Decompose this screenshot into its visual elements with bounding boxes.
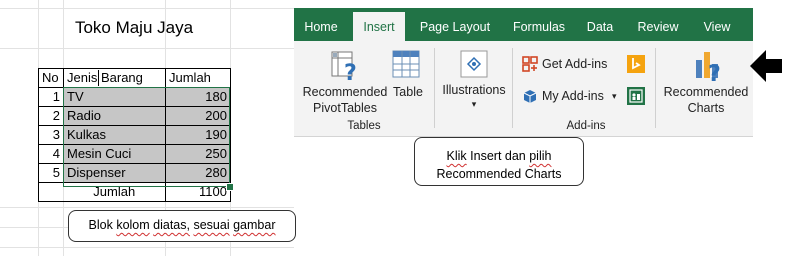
tab-data[interactable]: Data bbox=[581, 8, 619, 41]
tab-home[interactable]: Home bbox=[296, 8, 346, 41]
tab-page-layout[interactable]: Page Layout bbox=[415, 8, 495, 41]
fill-handle[interactable] bbox=[226, 183, 234, 191]
recommended-pivottables-label-2: PivotTables bbox=[313, 101, 377, 115]
recommended-pivottables-label-1: Recommended bbox=[302, 85, 388, 99]
row-amount[interactable]: 250 bbox=[165, 144, 231, 164]
row-amount[interactable]: 200 bbox=[165, 106, 231, 126]
header-amount[interactable]: Jumlah bbox=[165, 68, 231, 88]
addins-group-label: Add-ins bbox=[566, 120, 606, 132]
callout-word: pilih bbox=[529, 149, 552, 163]
svg-text:?: ? bbox=[708, 62, 721, 82]
row-name[interactable]: TV bbox=[63, 87, 166, 107]
row-amount[interactable]: 180 bbox=[165, 87, 231, 107]
row-amount[interactable]: 190 bbox=[165, 125, 231, 145]
total-blank[interactable] bbox=[38, 182, 64, 202]
row-amount[interactable]: 280 bbox=[165, 163, 231, 183]
my-addins-label: My Add-ins bbox=[542, 89, 604, 103]
table-label: Table bbox=[393, 85, 423, 99]
ribbon-tab-bar: Home Insert Page Layout Formulas Data Re… bbox=[294, 8, 753, 41]
header-no[interactable]: No bbox=[38, 68, 64, 88]
table-header-row: No Jenis Barang Jumlah bbox=[38, 68, 231, 88]
callout-word: Klik bbox=[446, 149, 467, 163]
row-no[interactable]: 4 bbox=[38, 144, 64, 164]
group-separator bbox=[434, 48, 435, 128]
ribbon: Home Insert Page Layout Formulas Data Re… bbox=[294, 8, 753, 137]
row-name[interactable]: Kulkas bbox=[63, 125, 166, 145]
my-addins-icon bbox=[523, 90, 537, 103]
callout-word: Insert dan bbox=[470, 149, 526, 163]
pointer-arrow-icon bbox=[750, 50, 782, 82]
insert-callout: Klik Insert dan pilih Recommended Charts bbox=[414, 137, 584, 186]
row-no[interactable]: 1 bbox=[38, 87, 64, 107]
row-name[interactable]: Radio bbox=[63, 106, 166, 126]
total-label[interactable]: Jumlah bbox=[63, 182, 166, 202]
dropdown-arrow-icon[interactable]: ▾ bbox=[612, 88, 617, 104]
people-graph-icon bbox=[627, 87, 645, 105]
row-no[interactable]: 3 bbox=[38, 125, 64, 145]
tab-formulas[interactable]: Formulas bbox=[506, 8, 572, 41]
callout-line: Recommended Charts bbox=[436, 167, 562, 181]
row-name[interactable]: Dispenser bbox=[63, 163, 166, 183]
callout-word: diatas, bbox=[153, 218, 190, 232]
table-row: 1 TV 180 bbox=[38, 87, 231, 107]
table-total-row: Jumlah 1100 bbox=[38, 182, 231, 202]
callout-word: kolom bbox=[116, 218, 150, 232]
illustrations-icon bbox=[460, 50, 488, 78]
svg-text:?: ? bbox=[344, 61, 357, 82]
total-value[interactable]: 1100 bbox=[165, 182, 231, 202]
callout-word: Blok bbox=[88, 218, 113, 232]
get-addins-label: Get Add-ins bbox=[542, 57, 608, 71]
tab-view[interactable]: View bbox=[696, 8, 738, 41]
tab-insert[interactable]: Insert bbox=[353, 12, 405, 41]
table-row: 2 Radio 200 bbox=[38, 106, 231, 126]
pivot-table-icon: ? bbox=[331, 51, 357, 82]
callout-word: sesuai bbox=[193, 218, 230, 232]
table-row: 5 Dispenser 280 bbox=[38, 163, 231, 183]
table-row: 4 Mesin Cuci 250 bbox=[38, 144, 231, 164]
tables-group-label: Tables bbox=[347, 120, 381, 132]
header-name[interactable]: Jenis Barang bbox=[63, 68, 166, 88]
text-cursor bbox=[98, 70, 99, 86]
row-no[interactable]: 2 bbox=[38, 106, 64, 126]
callout-word: gambar bbox=[233, 218, 276, 232]
row-name[interactable]: Mesin Cuci bbox=[63, 144, 166, 164]
row-no[interactable]: 5 bbox=[38, 163, 64, 183]
bing-icon bbox=[627, 55, 645, 73]
data-table: No Jenis Barang Jumlah 1 TV 180 2 Radio … bbox=[38, 68, 231, 202]
store-icon bbox=[522, 56, 538, 72]
table-icon bbox=[392, 50, 420, 78]
dropdown-arrow-icon: ▾ bbox=[471, 99, 477, 109]
tab-review[interactable]: Review bbox=[633, 8, 683, 41]
recommended-charts-label-2: Charts bbox=[687, 101, 725, 115]
sheet-title[interactable]: Toko Maju Jaya bbox=[38, 18, 230, 38]
recommended-charts-label-1: Recommended bbox=[663, 85, 749, 99]
group-separator bbox=[655, 48, 656, 128]
table-row: 3 Kulkas 190 bbox=[38, 125, 231, 145]
recommended-charts-icon: ? bbox=[696, 52, 721, 82]
block-callout: Blok kolom diatas, sesuai gambar bbox=[68, 210, 296, 242]
group-separator bbox=[512, 48, 513, 128]
